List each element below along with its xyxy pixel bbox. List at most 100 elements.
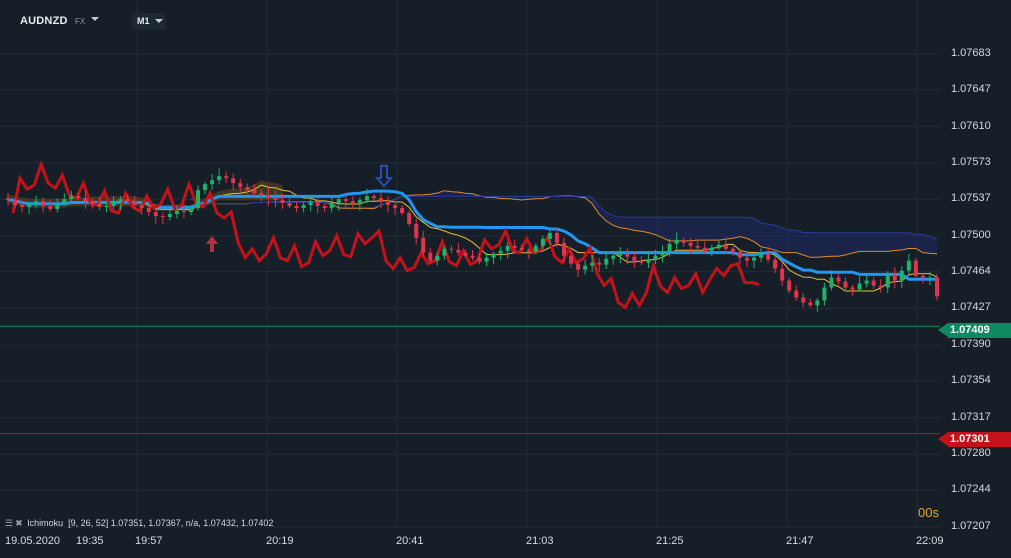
candle-body (646, 259, 651, 263)
candle-body (280, 200, 285, 204)
candle-body (554, 232, 559, 243)
candle-body (590, 262, 595, 266)
candle-body (203, 184, 208, 191)
candle-body (266, 195, 271, 199)
candle-body (871, 280, 876, 286)
candle-body (414, 223, 419, 238)
candle-body (308, 202, 313, 206)
candle-body (815, 300, 820, 306)
candle-body (400, 208, 405, 213)
candle-body (118, 199, 123, 203)
candle-body (111, 202, 116, 207)
candle-body (927, 277, 932, 279)
price-tick-label: 1.07647 (951, 82, 991, 95)
candle-body (174, 211, 179, 214)
timeframe-label: M1 (137, 16, 150, 26)
candle-body (498, 250, 503, 254)
candle-body (561, 242, 566, 256)
candle-body (660, 251, 665, 256)
candle-body (674, 239, 679, 244)
candle-countdown: 00s (918, 505, 939, 520)
candle-body (104, 206, 109, 208)
indicator-name: Ichimoku (27, 518, 64, 528)
candle-body (899, 270, 904, 281)
candle-body (547, 232, 552, 239)
candle-body (681, 239, 686, 243)
candle-body (759, 253, 764, 258)
candle-body (484, 257, 489, 262)
time-tick-label: 21:25 (656, 535, 684, 547)
candle-body (69, 196, 74, 200)
candle-body (892, 274, 897, 281)
candle-body (386, 202, 391, 206)
indicator-settings-icon[interactable]: ☰ (5, 518, 13, 529)
time-tick-label: 20:19 (266, 535, 294, 547)
candle-body (97, 204, 102, 208)
candle-body (379, 198, 384, 203)
indicator-remove-icon[interactable]: ✖ (15, 518, 23, 529)
candle-body (125, 199, 130, 202)
candle-body (576, 263, 581, 270)
candle-body (787, 280, 792, 291)
candle-body (688, 242, 693, 246)
price-tick-label: 1.07610 (951, 119, 991, 132)
price-tick-label: 1.07317 (951, 410, 991, 423)
timeframe-selector[interactable]: M1 (132, 13, 166, 30)
candle-body (752, 257, 757, 261)
price-tick-label: 1.07573 (951, 156, 991, 169)
candle-body (667, 243, 672, 252)
candle-body (794, 290, 799, 298)
candle-body (702, 247, 707, 251)
candle-body (160, 215, 165, 217)
level-price-tag: 1.07301 (938, 432, 1011, 447)
indicator-values: 1.07351, 1.07367, n/a, 1.07432, 1.07402 (110, 518, 274, 528)
candle-body (505, 245, 510, 251)
candle-body (238, 183, 243, 188)
candle-body (604, 258, 609, 265)
price-tick-label: 1.07683 (951, 47, 991, 59)
candle-body (850, 287, 855, 290)
candle-body (132, 201, 137, 206)
candle-body (709, 247, 714, 251)
candle-body (836, 277, 841, 282)
candle-body (864, 280, 869, 284)
candle-body (343, 199, 348, 202)
candle-body (470, 255, 475, 258)
candle-body (540, 238, 545, 246)
candle-body (780, 268, 785, 281)
candle-body (512, 245, 517, 248)
timeframe-dropdown-icon (155, 19, 163, 23)
candle-body (435, 255, 440, 261)
candle-body (245, 187, 250, 191)
candle-body (357, 200, 362, 205)
price-tick-label: 1.07427 (951, 301, 991, 314)
candle-body (463, 252, 468, 256)
candle-body (13, 200, 18, 206)
candle-body (519, 247, 524, 250)
candle-body (920, 275, 925, 278)
level-price-value: 1.07301 (948, 432, 1011, 447)
symbol-name[interactable]: AUDNZD (20, 15, 68, 27)
candle-body (252, 190, 257, 194)
candle-body (421, 237, 426, 253)
chart-toolbar: AUDNZD FX M1 (0, 0, 1011, 40)
candle-body (153, 211, 158, 216)
candle-body (583, 265, 588, 270)
candle-body (653, 255, 658, 260)
candle-body (350, 201, 355, 205)
candle-body (878, 285, 883, 288)
price-chart[interactable] (0, 0, 1011, 558)
candle-body (139, 205, 144, 209)
candle-body (48, 206, 53, 210)
candle-body (90, 201, 95, 205)
candle-body (456, 249, 461, 253)
candle-body (533, 245, 538, 252)
candle-body (20, 205, 25, 208)
candle-body (287, 203, 292, 207)
candle-body (843, 281, 848, 288)
candle-body (723, 244, 728, 249)
candle-body (196, 190, 201, 209)
candle-body (329, 203, 334, 209)
symbol-dropdown-icon[interactable] (91, 17, 99, 21)
candle-body (231, 178, 236, 184)
